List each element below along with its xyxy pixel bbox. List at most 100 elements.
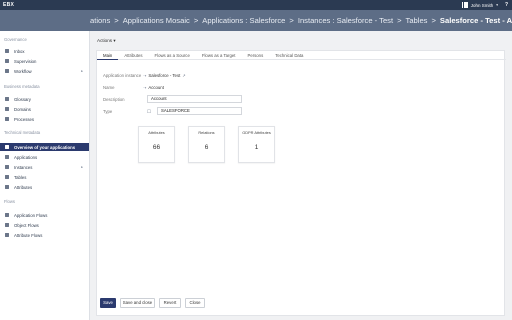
breadcrumb-separator: > — [193, 16, 199, 25]
stat-value: 66 — [152, 144, 161, 151]
stat-label: GDPR Attributes — [242, 130, 271, 135]
user-menu[interactable]: John Smith ▾ — [461, 0, 498, 10]
breadcrumb-item[interactable]: Applications : Salesforce — [202, 16, 285, 25]
tables-icon — [5, 175, 9, 179]
flows-icon — [5, 233, 9, 237]
sidebar-section-governance: Governance — [4, 37, 27, 42]
sidebar-item-label: Workflow — [14, 68, 32, 74]
sidebar-section-business-metadata: Business metadata — [4, 84, 40, 89]
sidebar-item-application-flows[interactable]: Application Flows — [0, 211, 89, 219]
sidebar-item-inbox[interactable]: Inbox — [0, 47, 89, 55]
tab-flows-as-source[interactable]: Flows as a Source — [148, 51, 195, 60]
name-label: Name — [103, 85, 115, 90]
stat-value: 1 — [254, 144, 259, 151]
name-text: Account — [148, 85, 164, 90]
sidebar-item-applications[interactable]: Applications — [0, 153, 89, 161]
sidebar: Governance Inbox Supervision Workflow ▸ … — [0, 31, 90, 320]
type-input[interactable]: SALESFORCE — [157, 107, 242, 115]
sidebar-section-technical-metadata: Technical metadata — [4, 130, 41, 135]
sidebar-item-label: Supervision — [14, 58, 37, 64]
sidebar-item-workflow[interactable]: Workflow ▸ — [0, 67, 89, 75]
stat-card-gdpr-attributes[interactable]: GDPR Attributes 1 — [238, 126, 275, 163]
sidebar-item-label: Applications — [14, 154, 38, 160]
breadcrumb-separator: > — [431, 16, 436, 25]
processes-icon — [5, 117, 9, 121]
chevron-right-icon[interactable]: ▸ — [81, 69, 83, 73]
stat-label: Relations — [198, 130, 215, 135]
flows-icon — [5, 213, 9, 217]
stat-card-attributes[interactable]: Attributes 66 — [138, 126, 175, 163]
breadcrumb-item[interactable]: ations — [90, 16, 110, 25]
attributes-icon — [5, 185, 9, 189]
stat-card-relations[interactable]: Relations 6 — [188, 126, 225, 163]
sidebar-item-label: Attributes — [14, 184, 33, 190]
chevron-down-icon[interactable]: ▾ — [113, 38, 115, 43]
close-button[interactable]: Close — [185, 298, 205, 308]
name-value: ⇢ Account — [143, 85, 164, 90]
instance-link[interactable]: Salesforce - Test — [148, 73, 180, 78]
glossary-icon — [5, 97, 9, 101]
inbox-icon — [5, 49, 9, 53]
instances-icon — [5, 165, 9, 169]
record-panel: Main Attributes Flows as a Source Flows … — [96, 50, 506, 316]
sidebar-item-label: Object Flows — [14, 222, 39, 228]
breadcrumb-item[interactable]: Applications Mosaic — [123, 16, 190, 25]
revert-button[interactable]: Revert — [159, 298, 181, 308]
app-logo[interactable]: EBX — [3, 2, 14, 8]
help-icon[interactable]: ? — [505, 0, 508, 10]
stat-value: 6 — [204, 144, 209, 151]
description-input[interactable]: Account — [147, 95, 242, 103]
description-label: Description — [103, 97, 125, 102]
instance-link-icon-left: ⇢ — [143, 73, 147, 78]
tab-bar: Main Attributes Flows as a Source Flows … — [97, 51, 506, 60]
save-and-close-button[interactable]: Save and close — [120, 298, 155, 308]
save-button[interactable]: Save — [100, 298, 116, 308]
tab-technical-data[interactable]: Technical Data — [269, 51, 309, 60]
sidebar-item-instances[interactable]: Instances ▸ — [0, 163, 89, 171]
breadcrumb-item[interactable]: Tables — [406, 16, 428, 25]
sidebar-item-label: Domains — [14, 106, 31, 112]
actions-menu[interactable]: Actions ▾ — [97, 38, 116, 44]
apps-grid-icon[interactable] — [461, 2, 468, 8]
sidebar-item-overview[interactable]: Overview of your applications — [0, 143, 89, 151]
sidebar-item-label: Attribute Flows — [14, 232, 43, 238]
breadcrumb-item[interactable]: Instances : Salesforce - Test — [298, 16, 393, 25]
instance-value: ⇢ Salesforce - Test ↗ — [143, 73, 186, 78]
flows-icon — [5, 223, 9, 227]
sidebar-item-label: Tables — [14, 174, 27, 180]
sidebar-item-label: Processes — [14, 116, 35, 122]
sidebar-item-domains[interactable]: Domains — [0, 105, 89, 113]
tab-attributes[interactable]: Attributes — [118, 51, 148, 60]
top-bar: EBX John Smith ▾ ? — [0, 0, 512, 10]
sidebar-item-label: Inbox — [14, 48, 25, 54]
breadcrumb-separator: > — [397, 16, 402, 25]
sidebar-item-tables[interactable]: Tables — [0, 173, 89, 181]
instance-label: Application instance — [103, 73, 142, 78]
tab-flows-as-target[interactable]: Flows as a Target — [196, 51, 242, 60]
sidebar-item-attributes[interactable]: Attributes — [0, 183, 89, 191]
name-key-icon: ⇢ — [143, 85, 147, 90]
breadcrumb-separator: > — [114, 16, 119, 25]
sidebar-item-label: Application Flows — [14, 212, 48, 218]
tab-main[interactable]: Main — [97, 51, 119, 60]
sidebar-item-label: Glossary — [14, 96, 31, 102]
actions-label[interactable]: Actions — [97, 38, 112, 43]
sidebar-item-label: Instances — [14, 164, 33, 170]
sidebar-item-supervision[interactable]: Supervision — [0, 57, 89, 65]
overview-icon — [5, 145, 9, 149]
sidebar-item-object-flows[interactable]: Object Flows — [0, 221, 89, 229]
user-name[interactable]: John Smith — [471, 3, 494, 8]
sidebar-section-flows: Flows — [4, 199, 15, 204]
external-link-icon[interactable]: ↗ — [182, 73, 185, 78]
type-field-icon: ☐ — [147, 109, 151, 114]
chevron-right-icon[interactable]: ▸ — [81, 165, 83, 169]
chevron-down-icon[interactable]: ▾ — [496, 3, 498, 7]
sidebar-item-attribute-flows[interactable]: Attribute Flows — [0, 231, 89, 239]
breadcrumb-separator: > — [289, 16, 294, 25]
sidebar-item-processes[interactable]: Processes — [0, 115, 89, 123]
workflow-icon — [5, 69, 9, 73]
sidebar-item-glossary[interactable]: Glossary — [0, 95, 89, 103]
type-label: Type — [103, 109, 113, 114]
breadcrumb: ations > Applications Mosaic > Applicati… — [0, 10, 512, 31]
tab-persons[interactable]: Persons — [241, 51, 269, 60]
